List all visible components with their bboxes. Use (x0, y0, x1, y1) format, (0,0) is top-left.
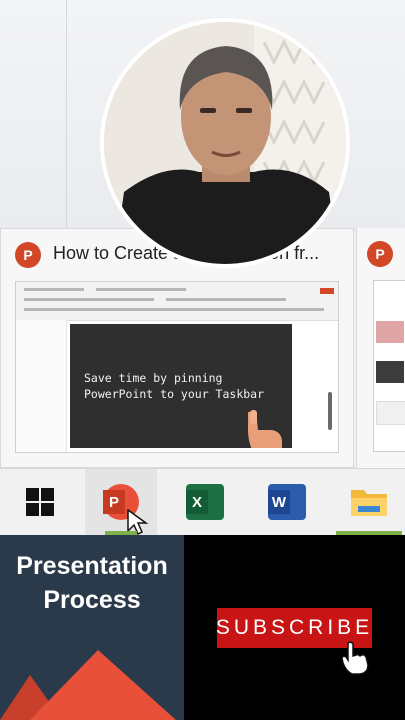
excel-icon: X (186, 484, 224, 520)
second-window-thumbnail[interactable]: P (356, 228, 405, 468)
slide-text-line-1: Save time by pinning (84, 371, 223, 385)
mountain-icon (0, 650, 176, 720)
word-icon: W (268, 484, 306, 520)
active-indicator (105, 531, 137, 535)
second-slide-preview (373, 280, 405, 452)
hand-cursor-icon (341, 641, 369, 675)
excel-letter: X (186, 490, 208, 514)
powerpoint-icon: P (367, 241, 393, 267)
brand-title: Presentation Process (0, 549, 184, 617)
slide-text: Save time by pinning PowerPoint to your … (84, 370, 264, 402)
taskbar-word[interactable]: W (254, 469, 320, 535)
pointing-hand-icon (248, 410, 282, 448)
windows-start-button[interactable] (10, 469, 70, 535)
background-divider (66, 0, 67, 232)
powerpoint-letter: P (103, 490, 125, 514)
window-thumbnail[interactable]: P How to Create a Presentation fr... Sav… (0, 228, 354, 468)
chalkboard-slide: Save time by pinning PowerPoint to your … (70, 324, 292, 448)
taskbar-file-explorer[interactable] (336, 469, 402, 535)
slide-panel (16, 320, 67, 452)
presenter-avatar (100, 18, 350, 268)
folder-icon (351, 490, 387, 516)
subscribe-area: SUBSCRIBE (184, 535, 405, 720)
presentation-process-logo: Presentation Process (0, 535, 184, 720)
open-indicator (336, 531, 402, 535)
taskbar-excel[interactable]: X (172, 469, 238, 535)
slide-text-line-2: PowerPoint to your Taskbar (84, 387, 265, 401)
brand-title-line-2: Process (43, 586, 141, 614)
taskbar-powerpoint[interactable]: P (85, 469, 157, 535)
ribbon (16, 282, 338, 321)
windows-logo-icon (26, 488, 54, 516)
word-letter: W (268, 490, 290, 514)
presenter-photo (104, 22, 346, 264)
taskbar: P X W (0, 468, 405, 535)
scrollbar[interactable] (328, 392, 332, 430)
slide-preview[interactable]: Save time by pinning PowerPoint to your … (15, 281, 339, 453)
brand-title-line-1: Presentation (16, 552, 168, 580)
powerpoint-icon: P (15, 242, 41, 268)
